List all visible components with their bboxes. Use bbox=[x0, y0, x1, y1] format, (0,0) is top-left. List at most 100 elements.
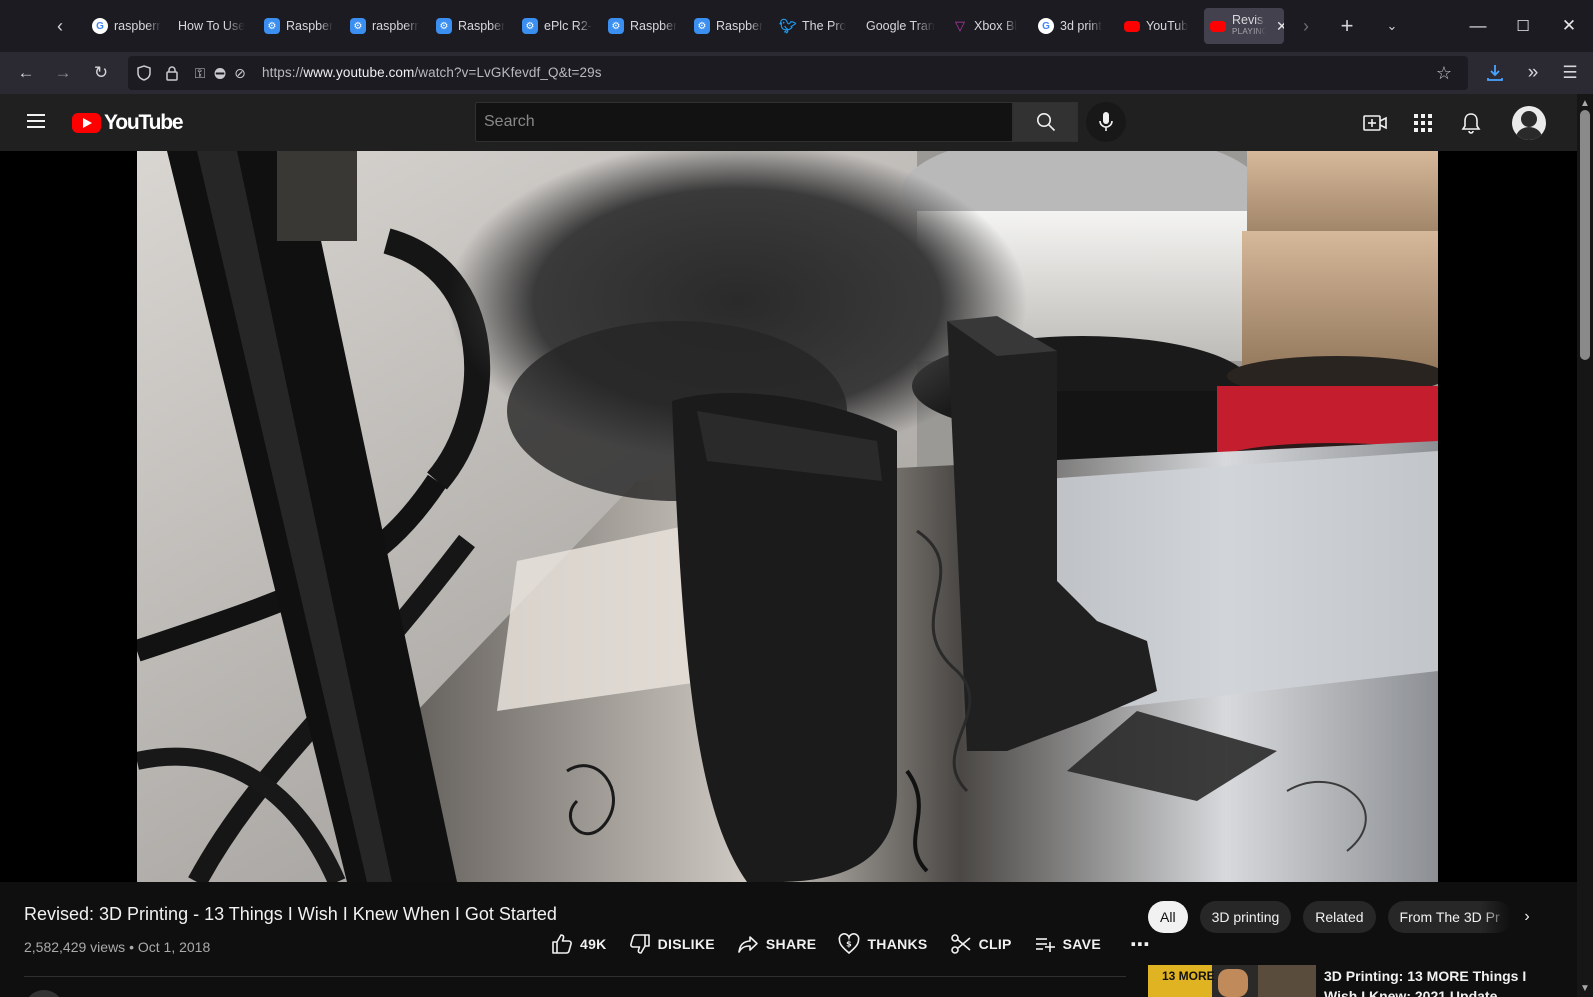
browser-nav-bar: ← → ↻ ⚿ ⛔︎ ⊘ https://www.youtube.com/wat… bbox=[0, 52, 1593, 94]
scroll-down-arrow-icon[interactable]: ▼ bbox=[1578, 981, 1592, 995]
apps-grid-icon[interactable] bbox=[1408, 108, 1438, 138]
thumbnail-text: 13 MORE bbox=[1162, 969, 1215, 983]
chip-next-arrow-icon[interactable]: › bbox=[1516, 906, 1538, 928]
tab-scroll-right-icon[interactable]: › bbox=[1290, 10, 1322, 42]
youtube-icon bbox=[1124, 20, 1140, 32]
dislike-label: DISLIKE bbox=[657, 936, 715, 952]
tab-label: How To Use bbox=[178, 19, 246, 33]
chip-from-channel[interactable]: From The 3D Pr bbox=[1387, 901, 1512, 933]
create-video-icon[interactable] bbox=[1360, 108, 1390, 138]
tab-9[interactable]: Google Tran bbox=[860, 8, 944, 44]
tab-label: ePlc R2- bbox=[544, 19, 592, 33]
share-button[interactable]: SHARE bbox=[726, 926, 828, 962]
youtube-logo[interactable]: YouTube bbox=[72, 111, 184, 135]
close-tab-icon[interactable]: ✕ bbox=[1276, 18, 1284, 35]
url-host: www.youtube.com bbox=[303, 65, 415, 80]
like-button[interactable]: 49K bbox=[540, 926, 618, 962]
close-window-icon[interactable]: ✕ bbox=[1553, 10, 1585, 42]
save-button[interactable]: SAVE bbox=[1023, 926, 1112, 962]
tab-3[interactable]: ⚙ raspberr bbox=[344, 8, 428, 44]
video-actions: 49K DISLIKE SHARE $ THANKS CLIP SAVE ⋯ bbox=[540, 926, 1161, 962]
youtube-logo-text: YouTube bbox=[104, 111, 184, 134]
shield-icon[interactable] bbox=[134, 63, 154, 83]
reload-icon[interactable]: ↻ bbox=[86, 58, 116, 88]
video-player[interactable] bbox=[0, 151, 1577, 882]
tab-label: raspberr bbox=[114, 19, 161, 33]
raspberry-icon: ⚙ bbox=[350, 18, 366, 34]
tab-5[interactable]: ⚙ ePlc R2- bbox=[516, 8, 600, 44]
search-input[interactable] bbox=[476, 103, 1012, 141]
lock-icon[interactable] bbox=[162, 63, 182, 83]
video-still-image bbox=[137, 151, 1438, 882]
meta-separator: • bbox=[129, 939, 138, 955]
tab-label: YouTub bbox=[1146, 19, 1189, 33]
new-tab-icon[interactable]: + bbox=[1331, 10, 1363, 42]
raspberry-icon: ⚙ bbox=[608, 18, 624, 34]
dislike-button[interactable]: DISLIKE bbox=[618, 926, 726, 962]
back-arrow-icon[interactable]: ← bbox=[11, 58, 41, 88]
svg-text:$: $ bbox=[847, 940, 853, 949]
search-field[interactable] bbox=[475, 102, 1013, 142]
url-scheme: https:// bbox=[262, 65, 304, 80]
overflow-chevron-icon[interactable]: » bbox=[1518, 58, 1548, 88]
thanks-button[interactable]: $ THANKS bbox=[827, 926, 938, 962]
tab-label: 3d print bbox=[1060, 19, 1102, 33]
chip-3d-printing[interactable]: 3D printing bbox=[1199, 901, 1292, 933]
page-scrollbar-thumb[interactable] bbox=[1580, 110, 1590, 360]
tab-label: Raspber bbox=[716, 19, 764, 33]
recommended-video-thumbnail[interactable]: 13 MORE bbox=[1148, 965, 1316, 997]
account-avatar[interactable] bbox=[1512, 106, 1546, 140]
browser-tab-strip: ‹ G raspberr How To Use ⚙ Raspber ⚙ rasp… bbox=[0, 0, 1593, 52]
tracking-blocked-icon[interactable]: ⊘ bbox=[230, 63, 250, 83]
downloads-icon[interactable] bbox=[1480, 58, 1510, 88]
search-icon bbox=[1036, 113, 1055, 132]
channel-avatar[interactable] bbox=[24, 990, 64, 997]
raspberry-icon: ⚙ bbox=[264, 18, 280, 34]
notifications-bell-icon[interactable] bbox=[1456, 108, 1486, 138]
tab-8[interactable]: 🐦︎ The Pro bbox=[774, 8, 858, 44]
minimize-icon[interactable]: — bbox=[1462, 10, 1494, 42]
tab-4[interactable]: ⚙ Raspber bbox=[430, 8, 514, 44]
tab-2[interactable]: ⚙ Raspber bbox=[258, 8, 342, 44]
video-meta: 2,582,429 views • Oct 1, 2018 bbox=[24, 939, 210, 955]
chip-all[interactable]: All bbox=[1148, 901, 1188, 933]
app-menu-icon[interactable]: ☰ bbox=[1555, 58, 1585, 88]
tab-11[interactable]: G 3d print bbox=[1032, 8, 1116, 44]
url-bar[interactable]: ⚿ ⛔︎ ⊘ https://www.youtube.com/watch?v=L… bbox=[128, 56, 1468, 90]
url-text[interactable]: https://www.youtube.com/watch?v=LvGKfevd… bbox=[262, 65, 602, 80]
tab-12[interactable]: YouTub bbox=[1118, 8, 1202, 44]
tab-0[interactable]: G raspberr bbox=[86, 8, 168, 44]
video-frame[interactable] bbox=[137, 151, 1438, 882]
chip-related[interactable]: Related bbox=[1303, 901, 1376, 933]
maximize-icon[interactable]: ☐ bbox=[1507, 10, 1539, 42]
tab-scroll-left-icon[interactable]: ‹ bbox=[44, 10, 76, 42]
raspberry-icon: ⚙ bbox=[436, 18, 452, 34]
tab-10[interactable]: ▽ Xbox Bl bbox=[946, 8, 1030, 44]
guide-menu-icon[interactable] bbox=[24, 110, 48, 134]
tab-1[interactable]: How To Use bbox=[172, 8, 256, 44]
youtube-icon bbox=[1210, 20, 1226, 32]
view-count: 2,582,429 views bbox=[24, 939, 126, 955]
tab-label: The Pro bbox=[802, 19, 847, 33]
voice-search-button[interactable] bbox=[1086, 102, 1126, 142]
like-count: 49K bbox=[580, 936, 607, 952]
bookmark-star-icon[interactable]: ☆ bbox=[1434, 63, 1454, 83]
recommended-video-title[interactable]: 3D Printing: 13 MORE Things I Wish I Kne… bbox=[1324, 966, 1534, 997]
youtube-masthead: YouTube bbox=[0, 94, 1577, 151]
tab-label: Raspber bbox=[458, 19, 506, 33]
scroll-up-arrow-icon[interactable]: ▲ bbox=[1578, 96, 1592, 110]
thumbs-up-icon bbox=[552, 934, 572, 954]
url-path: /watch?v=LvGKfevdf_Q&t=29s bbox=[414, 65, 602, 80]
forward-arrow-icon[interactable]: → bbox=[48, 58, 78, 88]
autoplay-blocked-icon[interactable]: ⛔︎ bbox=[210, 63, 230, 83]
list-all-tabs-icon[interactable]: ⌄ bbox=[1376, 10, 1408, 42]
tab-6[interactable]: ⚙ Raspber bbox=[602, 8, 686, 44]
permissions-icon[interactable]: ⚿ bbox=[190, 63, 210, 83]
tab-label: Revis bbox=[1232, 15, 1264, 26]
clip-button[interactable]: CLIP bbox=[939, 926, 1023, 962]
tab-active[interactable]: Revis PLAYING ✕ bbox=[1204, 8, 1284, 44]
tab-label: Xbox Bl bbox=[974, 19, 1018, 33]
playlist-add-icon bbox=[1035, 938, 1055, 952]
tab-7[interactable]: ⚙ Raspber bbox=[688, 8, 772, 44]
search-button[interactable] bbox=[1013, 102, 1078, 142]
